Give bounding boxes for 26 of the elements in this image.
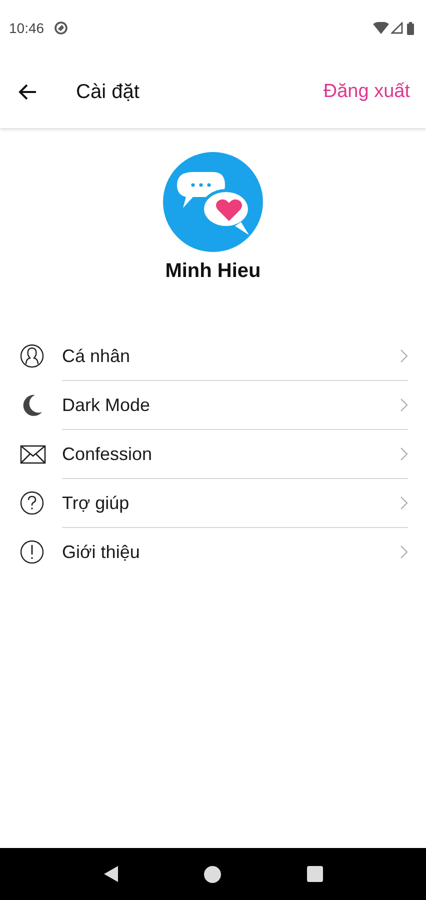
chevron-icon	[400, 447, 408, 461]
page-title: Cài đặt	[76, 80, 140, 104]
battery-icon	[407, 22, 414, 34]
menu-item[interactable]: Dark Mode	[62, 381, 408, 430]
info-icon	[20, 540, 46, 566]
sync-icon	[54, 21, 68, 35]
menu-item[interactable]: Confession	[62, 430, 408, 479]
home-nav-button[interactable]	[204, 866, 222, 882]
back-nav-button[interactable]	[102, 865, 119, 883]
user-name: Minh Hieu	[165, 260, 261, 283]
logout-button[interactable]: Đăng xuất	[323, 81, 410, 103]
clock-time: 10:46	[9, 20, 44, 36]
chevron-icon	[400, 545, 408, 559]
chevron-icon	[400, 349, 408, 363]
back-button[interactable]	[18, 82, 38, 102]
chevron-icon	[400, 398, 408, 412]
person-icon	[20, 344, 46, 370]
chat-heart-logo-icon	[163, 152, 263, 252]
signal-icon	[391, 22, 403, 34]
menu-item[interactable]: Trợ giúp	[62, 479, 408, 528]
recents-nav-button[interactable]	[307, 866, 324, 882]
wifi-icon	[373, 22, 389, 34]
chevron-icon	[400, 496, 408, 510]
menu-item[interactable]: Giới thiệu	[62, 528, 408, 577]
menu-item[interactable]: Cá nhân	[62, 332, 408, 381]
help-icon	[20, 490, 46, 516]
